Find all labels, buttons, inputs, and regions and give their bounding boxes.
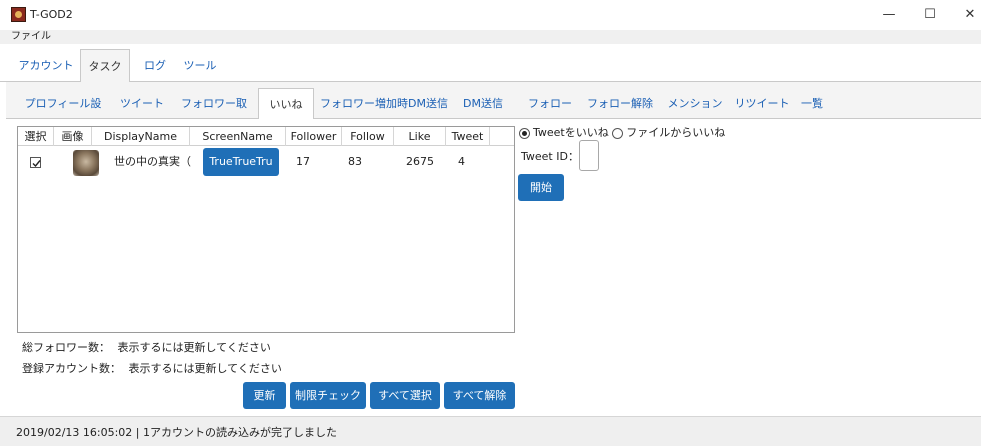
radio-tweet-like-label[interactable]: Tweetをいいね: [533, 126, 609, 140]
cell-displayname: 世の中の真実（: [114, 155, 191, 168]
menu-file[interactable]: ファイル: [11, 30, 51, 44]
row-select-checkbox[interactable]: [30, 157, 41, 168]
tweet-id-label: Tweet ID：: [521, 150, 579, 163]
close-button[interactable]: ✕: [955, 4, 981, 26]
cell-follow: 83: [348, 155, 362, 168]
menu-bar: ファイル: [0, 30, 981, 44]
limit-check-button[interactable]: 制限チェック: [290, 382, 366, 409]
subtab-retweet[interactable]: リツイート: [734, 88, 790, 119]
tweet-id-input[interactable]: [579, 140, 599, 171]
total-followers-label: 総フォロワー数：: [22, 341, 110, 354]
subtab-follow[interactable]: フォロー: [526, 88, 574, 119]
total-followers-value: 表示するには更新してください: [117, 341, 271, 354]
subtab-like[interactable]: いいね: [258, 88, 314, 120]
column-header-screenname[interactable]: ScreenName: [190, 127, 286, 146]
sub-tab-bar: プロフィール設定 ツイート フォロワー取得 いいね フォロワー増加時DM送信 D…: [6, 88, 981, 141]
radio-tweet-like[interactable]: [519, 127, 530, 139]
top-tab-bar: アカウント タスク ログ ツール: [0, 46, 981, 83]
deselect-all-button[interactable]: すべて解除: [444, 382, 515, 409]
avatar: [73, 150, 99, 176]
column-header-follower[interactable]: Follower: [286, 127, 342, 146]
subtab-profile-settings[interactable]: プロフィール設定: [20, 88, 106, 141]
column-header-follow[interactable]: Follow: [342, 127, 394, 146]
grid-header: 選択 画像 DisplayName ScreenName Follower Fo…: [18, 127, 514, 146]
minimize-button[interactable]: —: [874, 4, 904, 26]
subtab-list[interactable]: 一覧: [796, 88, 828, 119]
cell-tweet: 4: [458, 155, 465, 168]
subtab-follower-fetch[interactable]: フォロワー取得: [176, 88, 252, 141]
total-followers-info: 総フォロワー数： 表示するには更新してください: [22, 341, 271, 355]
screenname-button[interactable]: TrueTrueTru: [203, 148, 279, 176]
registered-accounts-value: 表示するには更新してください: [128, 362, 282, 375]
radio-file-like-label[interactable]: ファイルからいいね: [626, 126, 725, 140]
status-text: 2019/02/13 16:05:02 | 1アカウントの読み込みが完了しました: [16, 426, 337, 439]
check-icon: [32, 160, 41, 168]
tab-tools[interactable]: ツール: [180, 49, 220, 82]
radio-file-like[interactable]: [612, 127, 624, 139]
refresh-button[interactable]: 更新: [243, 382, 286, 409]
tab-log[interactable]: ログ: [138, 49, 172, 82]
column-header-image[interactable]: 画像: [54, 127, 92, 146]
like-mode-group: Tweetをいいね ファイルからいいね: [519, 126, 725, 140]
registered-accounts-info: 登録アカウント数： 表示するには更新してください: [22, 362, 282, 376]
column-header-like[interactable]: Like: [394, 127, 446, 146]
select-all-button[interactable]: すべて選択: [370, 382, 440, 409]
maximize-button[interactable]: ☐: [915, 4, 945, 26]
account-grid[interactable]: 選択 画像 DisplayName ScreenName Follower Fo…: [17, 126, 515, 333]
window-title: T-GOD2: [30, 8, 73, 21]
subtab-unfollow[interactable]: フォロー解除: [586, 88, 654, 119]
column-header-tweet[interactable]: Tweet: [446, 127, 490, 146]
column-header-select[interactable]: 選択: [18, 127, 54, 146]
tab-task[interactable]: タスク: [80, 49, 130, 83]
start-button[interactable]: 開始: [518, 174, 564, 201]
registered-accounts-label: 登録アカウント数：: [22, 362, 121, 375]
table-row[interactable]: 世の中の真実（ TrueTrueTru 17 83 2675 4: [18, 147, 514, 177]
app-logo-icon: [11, 7, 26, 22]
subtab-dm-on-follow[interactable]: フォロワー増加時DM送信: [318, 88, 450, 119]
title-bar: T-GOD2 — ☐ ✕: [0, 0, 981, 30]
column-header-displayname[interactable]: DisplayName: [92, 127, 190, 146]
subtab-dm-send[interactable]: DM送信: [458, 88, 508, 119]
cell-like: 2675: [406, 155, 434, 168]
subtab-mention[interactable]: メンション: [666, 88, 724, 119]
tab-account[interactable]: アカウント: [16, 49, 76, 82]
subtab-tweet[interactable]: ツイート: [116, 88, 168, 119]
status-bar: 2019/02/13 16:05:02 | 1アカウントの読み込みが完了しました: [0, 416, 981, 446]
cell-follower: 17: [296, 155, 310, 168]
